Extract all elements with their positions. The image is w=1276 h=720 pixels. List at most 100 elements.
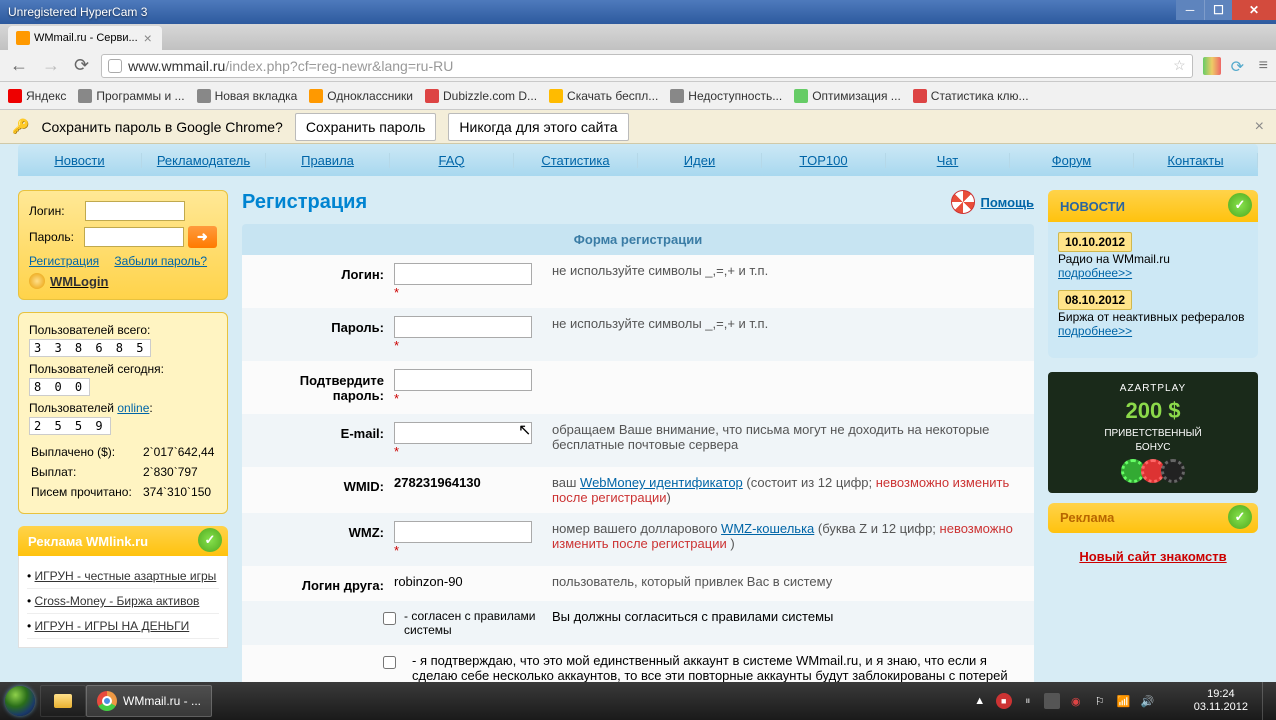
window-minimize[interactable]: ─: [1176, 0, 1204, 20]
reg-password-input[interactable]: [394, 316, 532, 338]
extension-icon[interactable]: ⟳: [1231, 57, 1249, 75]
password-input[interactable]: [84, 227, 184, 247]
login-submit-button[interactable]: ➜: [188, 226, 217, 248]
bookmark-item[interactable]: Программы и ...: [78, 89, 184, 103]
login-input[interactable]: [85, 201, 185, 221]
news-item: 10.10.2012Радио на WMmail.ruподробнее>>: [1058, 232, 1248, 280]
field-label-wmz: WMZ:: [254, 521, 394, 558]
bookmark-item[interactable]: Новая вкладка: [197, 89, 298, 103]
bookmark-item[interactable]: Статистика клю...: [913, 89, 1029, 103]
news-more-link[interactable]: подробнее>>: [1058, 324, 1132, 338]
folder-icon: [54, 694, 72, 708]
url-text: www.wmmail.ru/index.php?cf=reg-newr&lang…: [128, 58, 453, 74]
forward-button[interactable]: →: [40, 55, 62, 76]
hint-referrer: пользователь, который привлек Вас в сист…: [544, 574, 1022, 593]
show-desktop-button[interactable]: [1262, 682, 1272, 720]
forgot-password-link[interactable]: Забыли пароль?: [114, 254, 207, 268]
agree-rules-text: - согласен с правилами системы: [404, 609, 544, 637]
stats-read: 374`310`150: [143, 483, 214, 501]
bookmark-star-icon[interactable]: ☆: [1173, 57, 1186, 74]
menu-icon[interactable]: ≡: [1259, 57, 1268, 75]
nav-link[interactable]: FAQ: [438, 153, 464, 168]
rules-link[interactable]: правилами: [474, 609, 536, 623]
help-link[interactable]: Помощь: [951, 190, 1034, 214]
never-save-button[interactable]: Никогда для этого сайта: [448, 113, 628, 141]
tray-stop-icon[interactable]: ■: [996, 693, 1012, 709]
extension-icon[interactable]: [1203, 57, 1221, 75]
ad-link[interactable]: ИГРУН - ИГРЫ НА ДЕНЬГИ: [35, 619, 190, 633]
window-title: Unregistered HyperCam 3: [8, 5, 147, 19]
bookmark-item[interactable]: Скачать беспл...: [549, 89, 658, 103]
wmz-wallet-link[interactable]: WMZ-кошелька: [721, 521, 814, 536]
window-maximize[interactable]: ☐: [1204, 0, 1232, 20]
reload-button[interactable]: ⟳: [72, 55, 91, 76]
field-label-confirm: Подтвердите пароль:: [254, 369, 394, 406]
agree-rules-checkbox[interactable]: [383, 612, 396, 625]
field-label-wmid: WMID:: [254, 475, 394, 505]
nav-link[interactable]: Рекламодатель: [157, 153, 250, 168]
ad-header: Реклама✓: [1048, 503, 1258, 533]
bookmark-item[interactable]: Оптимизация ...: [794, 89, 901, 103]
nav-link[interactable]: Новости: [54, 153, 104, 168]
reg-wmz-input[interactable]: [394, 521, 532, 543]
single-account-checkbox[interactable]: [383, 656, 396, 669]
windows-orb-icon: [5, 686, 35, 716]
online-link[interactable]: online: [117, 401, 149, 415]
bookmark-icon: [670, 89, 684, 103]
taskbar-chrome-item[interactable]: WMmail.ru - ...: [86, 685, 212, 717]
start-button[interactable]: [0, 682, 40, 720]
news-more-link[interactable]: подробнее>>: [1058, 266, 1132, 280]
tray-flag-icon[interactable]: ⚐: [1092, 693, 1108, 709]
azartplay-banner[interactable]: AZARTPLAY 200 $ ПРИВЕТСТВЕННЫЙ БОНУС: [1048, 372, 1258, 493]
referrer-value: robinzon-90: [394, 574, 544, 593]
reg-confirm-input[interactable]: [394, 369, 532, 391]
reg-login-input[interactable]: [394, 263, 532, 285]
tray-app-icon[interactable]: ◉: [1068, 693, 1084, 709]
key-icon: 🔑: [12, 118, 29, 135]
wmlogin-link[interactable]: WMLogin: [50, 274, 108, 289]
stats-online: 2 5 5 9: [29, 417, 111, 435]
login-label: Логин:: [29, 204, 81, 218]
stats-today: 8 0 0: [29, 378, 90, 396]
stats-paid: 2`017`642,44: [143, 443, 214, 461]
nav-link[interactable]: Статистика: [541, 153, 609, 168]
tray-pause-icon[interactable]: ⏸: [1020, 693, 1036, 709]
infobar-close-icon[interactable]: ×: [1255, 118, 1264, 136]
nav-link[interactable]: Форум: [1052, 153, 1092, 168]
bookmark-item[interactable]: Одноклассники: [309, 89, 413, 103]
webmoney-id-link[interactable]: WebMoney идентификатор: [580, 475, 743, 490]
bookmark-icon: [794, 89, 808, 103]
nav-link[interactable]: Чат: [937, 153, 959, 168]
wm-icon: [29, 273, 45, 289]
address-bar[interactable]: www.wmmail.ru/index.php?cf=reg-newr&lang…: [101, 54, 1193, 78]
tab-title: WMmail.ru - Серви...: [34, 32, 138, 44]
pinned-explorer[interactable]: [40, 685, 86, 717]
taskbar-clock[interactable]: 19:24 03.11.2012: [1188, 688, 1254, 714]
browser-tab[interactable]: WMmail.ru - Серви... ×: [8, 26, 162, 50]
tray-app-icon[interactable]: [1044, 693, 1060, 709]
ad-link[interactable]: Cross-Money - Биржа активов: [35, 594, 200, 608]
nav-link[interactable]: Правила: [301, 153, 354, 168]
tray-arrow-icon[interactable]: ▲: [972, 693, 988, 709]
dating-site-link[interactable]: Новый сайт знакомств: [1079, 549, 1226, 564]
nav-link[interactable]: TOP100: [799, 153, 847, 168]
bookmark-item[interactable]: Яндекс: [8, 89, 66, 103]
nav-link[interactable]: Контакты: [1167, 153, 1223, 168]
window-close[interactable]: ✕: [1232, 0, 1276, 20]
save-password-button[interactable]: Сохранить пароль: [295, 113, 437, 141]
nav-link[interactable]: Идеи: [684, 153, 715, 168]
ad-link[interactable]: ИГРУН - честные азартные игры: [35, 569, 217, 583]
tray-volume-icon[interactable]: 🔊: [1140, 693, 1156, 709]
register-link[interactable]: Регистрация: [29, 254, 99, 268]
windows-taskbar: WMmail.ru - ... ▲ ■ ⏸ ◉ ⚐ 📶 🔊 19:24 03.1…: [0, 682, 1276, 720]
password-infobar: 🔑 Сохранить пароль в Google Chrome? Сохр…: [0, 110, 1276, 144]
password-label: Пароль:: [29, 230, 80, 244]
tab-close-icon[interactable]: ×: [142, 30, 154, 46]
tray-lang-icon[interactable]: [1164, 693, 1180, 709]
wmid-value: 278231964130: [394, 475, 481, 490]
bookmark-item[interactable]: Недоступность...: [670, 89, 782, 103]
reg-email-input[interactable]: [394, 422, 532, 444]
tray-network-icon[interactable]: 📶: [1116, 693, 1132, 709]
back-button[interactable]: ←: [8, 55, 30, 76]
bookmark-item[interactable]: Dubizzle.com D...: [425, 89, 537, 103]
